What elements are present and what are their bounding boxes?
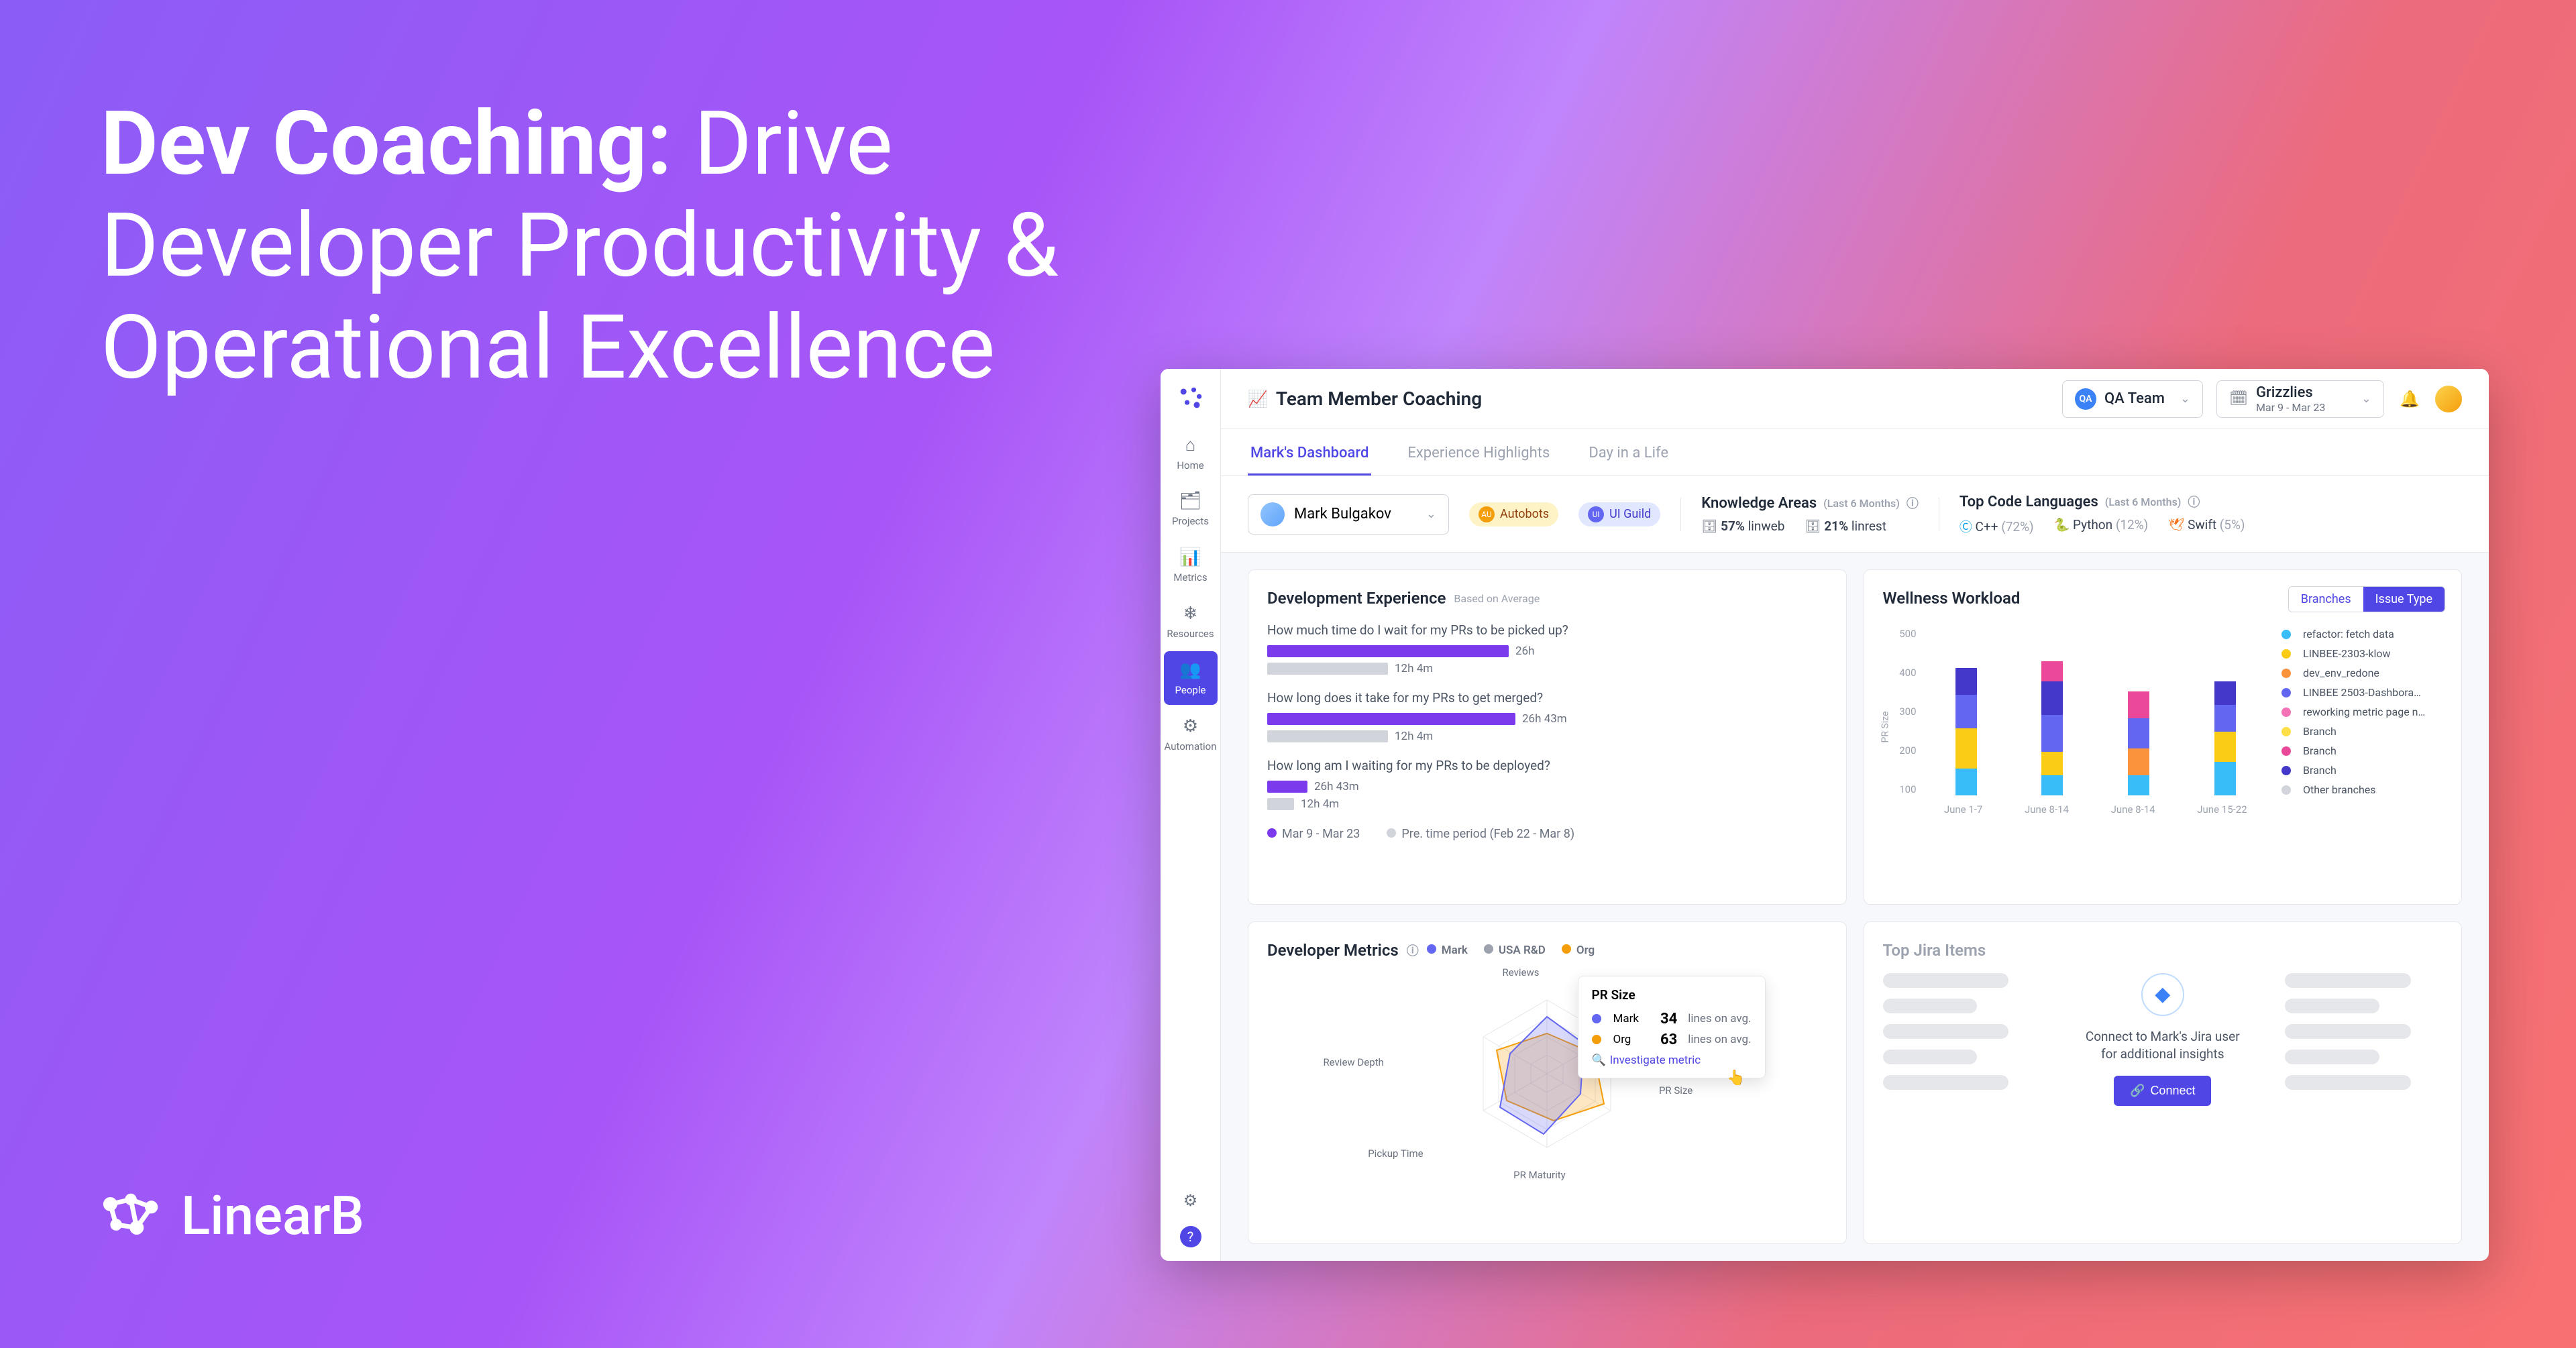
user-avatar[interactable] [2435,386,2462,412]
brand-name: LinearB [181,1184,364,1247]
wellness-toggle: Branches Issue Type [2288,586,2445,612]
help-icon[interactable]: ⓘ [2188,493,2200,510]
help-icon[interactable]: ⓘ [1907,494,1919,512]
resources-icon: ❄ [1183,604,1198,624]
wellness-chart: PR Size 500400300200100 June 1-7June 8-1… [1883,628,2269,816]
hero-title: Dev Coaching: Drive Developer Productivi… [101,94,1174,399]
database-icon: 🗄 [1805,518,1821,534]
knowledge-areas: Knowledge Areas (Last 6 Months) ⓘ 🗄 57% … [1701,494,1919,534]
dashboard-window: ⌂Home 🗂Projects 📊Metrics ❄Resources 👥Peo… [1161,369,2489,1261]
wellness-legend: refactor: fetch dataLINBEE-2303-klowdev_… [2268,628,2443,816]
metric-tooltip: PR Size Mark34lines on avg.Org63lines on… [1578,976,1766,1078]
tabs: Mark's Dashboard Experience Highlights D… [1221,429,2489,476]
topbar: 📈 Team Member Coaching QA QA Team ⌄ 🗓 Gr… [1221,369,2489,429]
database-icon: 🗄 [1701,518,1717,534]
projects-icon: 🗂 [1179,491,1201,511]
chevron-down-icon: ⌄ [1426,507,1436,521]
toggle-issue-type[interactable]: Issue Type [2363,587,2445,612]
sidenav: ⌂Home 🗂Projects 📊Metrics ❄Resources 👥Peo… [1161,369,1221,1261]
tab-day-in-life[interactable]: Day in a Life [1586,433,1671,475]
tab-marks-dashboard[interactable]: Mark's Dashboard [1248,433,1371,475]
card-wellness-workload: Wellness Workload Branches Issue Type PR… [1864,569,2463,905]
help-icon[interactable]: ⓘ [1407,942,1419,959]
sidenav-item-automation[interactable]: ⚙Automation [1164,708,1218,761]
sidenav-item-metrics[interactable]: 📊Metrics [1164,539,1218,592]
sidenav-item-projects[interactable]: 🗂Projects [1164,482,1218,536]
jira-icon: ◆ [2141,973,2184,1016]
connect-button[interactable]: 🔗Connect [2114,1076,2211,1106]
lang-icon: Ⓒ [1960,519,1972,535]
sidenav-item-resources[interactable]: ❄Resources [1164,595,1218,649]
chevron-down-icon: ⌄ [2361,392,2371,406]
sidenav-logo-icon [1179,386,1203,410]
jira-skeleton [2285,973,2443,1106]
home-icon: ⌂ [1185,435,1196,455]
person-avatar [1260,502,1285,526]
investigate-metric-link[interactable]: 🔍Investigate metric [1592,1054,1752,1067]
info-bar: Mark Bulgakov ⌄ AU Autobots UI UI Guild … [1221,476,2489,553]
link-icon: 🔗 [2130,1084,2145,1098]
card-development-experience: Development Experience Based on Average … [1248,569,1847,905]
jira-skeleton [1883,973,2041,1106]
person-selector[interactable]: Mark Bulgakov ⌄ [1248,494,1449,535]
sidenav-item-people[interactable]: 👥People [1164,651,1218,705]
team-badge: QA [2075,388,2096,410]
metrics-icon: 📊 [1179,547,1201,567]
linearb-logo-icon [101,1192,161,1239]
sidenav-item-home[interactable]: ⌂Home [1164,426,1218,480]
lang-icon: 🐍 [2054,517,2070,532]
toggle-branches[interactable]: Branches [2289,587,2363,612]
help-icon[interactable]: ? [1180,1226,1201,1247]
cursor-icon: 👆 [1727,1070,1745,1086]
date-range-selector[interactable]: 🗓 Grizzlies Mar 9 - Mar 23 ⌄ [2216,380,2384,418]
card-top-jira-items: Top Jira Items ◆ Connect to Mark's Jira … [1864,921,2463,1245]
brand-block: LinearB [101,1184,364,1247]
magnify-icon: 🔍 [1592,1054,1606,1067]
card-developer-metrics: Developer Metrics ⓘ MarkUSA R&DOrg [1248,921,1847,1245]
bell-icon[interactable]: 🔔 [2398,387,2422,411]
tab-experience-highlights[interactable]: Experience Highlights [1405,433,1552,475]
team-selector[interactable]: QA QA Team ⌄ [2062,380,2203,418]
top-languages: Top Code Languages (Last 6 Months) ⓘ Ⓒ C… [1960,493,2245,535]
lang-icon: 🕊 [2168,517,2184,532]
people-icon: 👥 [1179,660,1201,680]
settings-icon[interactable]: ⚙ [1179,1188,1203,1213]
automation-icon: ⚙ [1183,716,1198,736]
chevron-down-icon: ⌄ [2180,392,2190,406]
coaching-icon: 📈 [1248,390,1268,408]
pill-autobots[interactable]: AU Autobots [1469,502,1558,526]
page-title: 📈 Team Member Coaching [1248,388,1482,410]
calendar-icon: 🗓 [2229,390,2248,407]
pill-uiguild[interactable]: UI UI Guild [1578,502,1660,526]
